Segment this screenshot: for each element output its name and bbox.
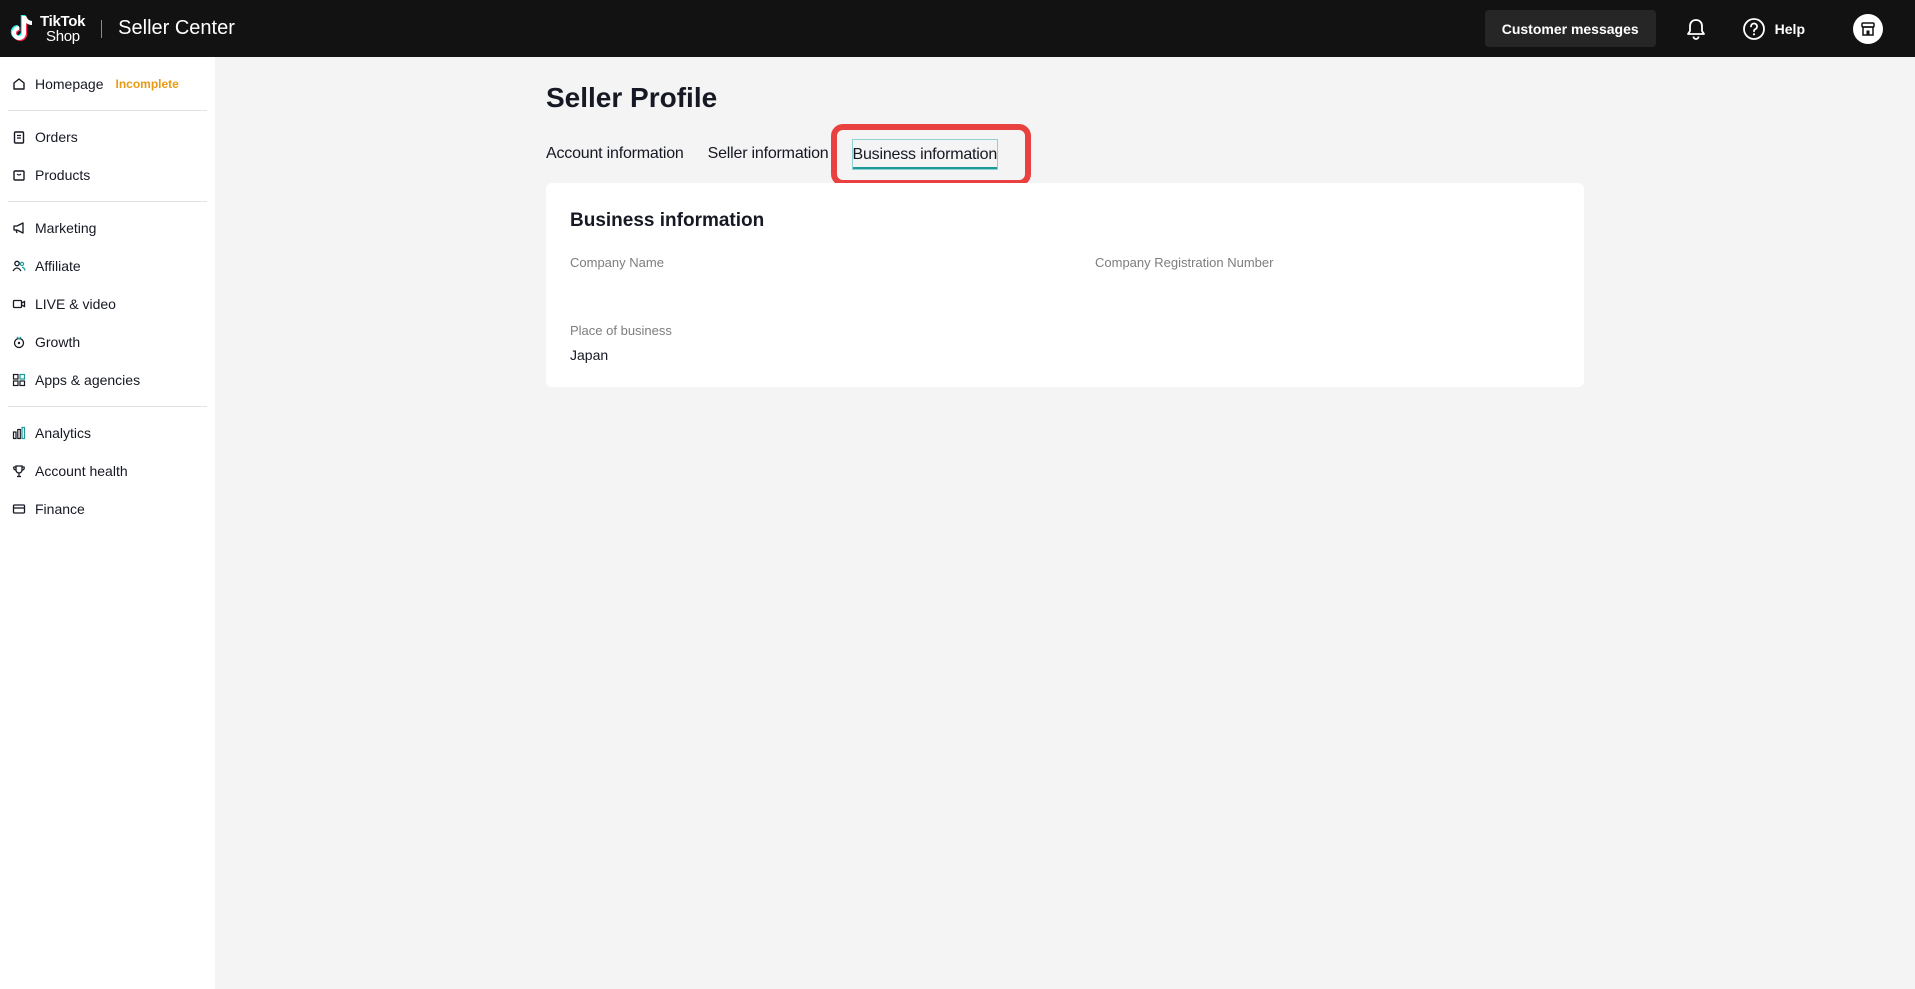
tiktok-shop-logo[interactable]: TikTok Shop [10,0,85,57]
place-of-business-value: Japan [570,347,609,363]
bar-chart-icon [12,426,26,440]
sidebar-item-orders[interactable]: Orders [0,118,215,156]
tab-business-information[interactable]: Business information [851,138,999,170]
people-icon [12,259,26,273]
home-icon [12,77,26,91]
company-registration-number-label: Company Registration Number [1095,255,1274,270]
sidebar-item-live-video[interactable]: LIVE & video [0,285,215,323]
main-content: Seller Profile Account information Selle… [215,57,1915,989]
sidebar-item-label: Orders [35,129,78,145]
growth-icon [12,335,26,349]
help-link[interactable]: Help [1742,17,1805,41]
header-divider [101,19,103,38]
sidebar-item-analytics[interactable]: Analytics [0,414,215,452]
megaphone-icon [12,221,26,235]
card-icon [12,502,26,516]
sidebar-item-label: Marketing [35,220,97,236]
help-label: Help [1774,20,1805,37]
card-title: Business information [570,210,765,231]
page-title: Seller Profile [546,82,718,113]
sidebar-item-growth[interactable]: Growth [0,323,215,361]
sidebar-item-account-health[interactable]: Account health [0,452,215,490]
place-of-business-label: Place of business [570,323,672,338]
sidebar-item-label: LIVE & video [35,296,116,312]
store-icon [1861,21,1875,36]
profile-tabs: Account information Seller information B… [546,123,1031,186]
tab-seller-information[interactable]: Seller information [708,139,829,169]
tiktok-logo-icon [10,14,33,41]
top-bar: TikTok Shop Seller Center Customer messa… [0,0,1915,57]
sidebar-divider [8,110,207,111]
sidebar-item-homepage[interactable]: Homepage Incomplete [0,65,215,103]
logo-wordmark: TikTok Shop [40,14,85,44]
sidebar-item-marketing[interactable]: Marketing [0,209,215,247]
sidebar-item-apps-agencies[interactable]: Apps & agencies [0,361,215,399]
help-question-icon [1742,17,1765,40]
sidebar: Homepage Incomplete Orders Products Mark… [0,57,215,989]
sidebar-divider [8,201,207,202]
sidebar-item-affiliate[interactable]: Affiliate [0,247,215,285]
sidebar-item-label: Growth [35,334,81,350]
bag-icon [12,168,26,182]
apps-icon [12,373,26,387]
sidebar-item-label: Homepage [35,76,104,92]
logo-line-shop: Shop [46,27,80,45]
sidebar-item-finance[interactable]: Finance [0,490,215,528]
header-actions: Customer messages Help [1484,0,1915,57]
customer-messages-button[interactable]: Customer messages [1484,10,1656,47]
sidebar-item-label: Analytics [35,425,92,441]
store-avatar[interactable] [1853,13,1883,44]
sidebar-divider [8,406,207,407]
sidebar-item-label: Products [35,167,91,183]
business-information-card: Business information Company Name Compan… [546,183,1584,387]
tab-business-information-wrap: Business information [830,123,1031,186]
sidebar-item-label: Apps & agencies [35,372,141,388]
incomplete-badge: Incomplete [115,77,179,91]
app-title: Seller Center [118,17,235,39]
video-icon [12,297,26,311]
tab-account-information[interactable]: Account information [546,139,684,169]
sidebar-item-products[interactable]: Products [0,156,215,194]
company-name-label: Company Name [570,255,664,270]
sidebar-item-label: Account health [35,463,128,479]
clipboard-icon [12,130,26,144]
sidebar-item-label: Finance [35,501,85,517]
trophy-icon [12,464,26,478]
notifications-bell-icon[interactable] [1684,17,1708,41]
logo-line-tiktok: TikTok [40,12,86,30]
sidebar-item-label: Affiliate [35,258,81,274]
